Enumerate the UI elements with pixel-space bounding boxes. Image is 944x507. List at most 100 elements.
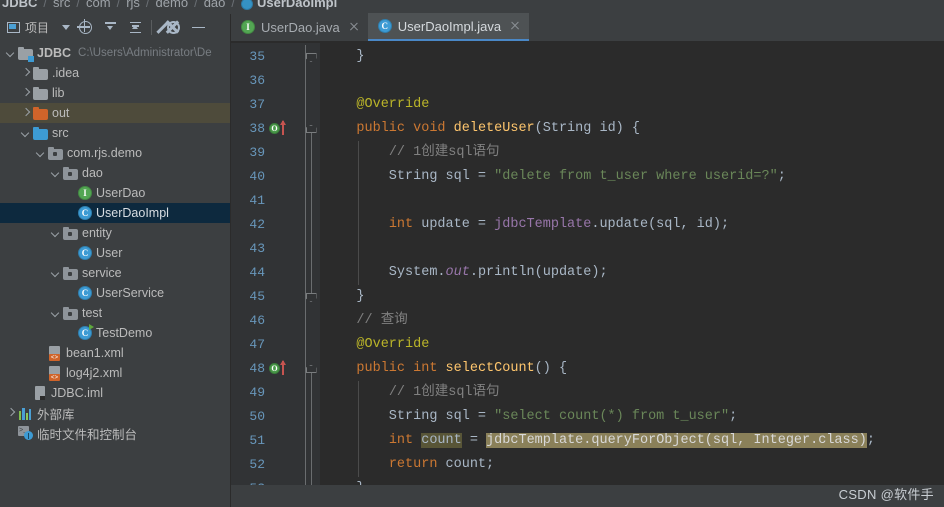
- code-text[interactable]: } @Override public void deleteUser(Strin…: [320, 43, 944, 507]
- code-line[interactable]: public void deleteUser(String id) {: [320, 117, 640, 141]
- line-number: 39: [231, 141, 303, 165]
- fold-end-icon[interactable]: [305, 51, 318, 63]
- tree-item-userdaoimpl[interactable]: C UserDaoImpl: [0, 203, 230, 223]
- code-token: .update(sql, id);: [591, 217, 730, 232]
- line-number-value: 44: [249, 265, 265, 280]
- tree-item-jdbc-iml[interactable]: JDBC.iml: [0, 383, 230, 403]
- collapse-all-button[interactable]: [125, 18, 145, 38]
- tree-item-dao[interactable]: dao: [0, 163, 230, 183]
- line-number-value: 42: [249, 217, 265, 232]
- code-line[interactable]: }: [320, 45, 364, 69]
- breadcrumb-item[interactable]: rjs: [126, 0, 140, 9]
- code-line[interactable]: [320, 69, 324, 93]
- implements-override-icon[interactable]: O: [269, 123, 280, 134]
- code-line[interactable]: }: [320, 285, 364, 309]
- package-icon: [48, 146, 63, 160]
- tree-item-path: C:\Users\Administrator\De: [78, 47, 212, 59]
- tree-item-idea[interactable]: .idea: [0, 63, 230, 83]
- code-line[interactable]: return count;: [320, 453, 494, 477]
- editor-area: I UserDao.java C UserDaoImpl.java 35 36 37 38 O…: [231, 13, 944, 507]
- code-line[interactable]: int count = jdbcTemplate.queryForObject(…: [320, 429, 875, 453]
- expand-all-button[interactable]: [100, 18, 120, 38]
- close-icon[interactable]: [509, 20, 521, 32]
- code-line[interactable]: @Override: [320, 93, 429, 117]
- editor-gutter[interactable]: 35363738O39404142434445464748O4950515253…: [231, 43, 303, 507]
- tree-item-com-rjs-demo[interactable]: com.rjs.demo: [0, 143, 230, 163]
- code-line[interactable]: // 1创建sql语句: [320, 381, 500, 405]
- override-arrow-icon[interactable]: [279, 120, 286, 135]
- project-window-icon: [7, 22, 20, 33]
- editor-tab-userdaoimpl-java[interactable]: C UserDaoImpl.java: [367, 13, 530, 41]
- class-icon: C: [78, 206, 92, 220]
- code-token: ;: [777, 169, 786, 184]
- code-line[interactable]: System.out.println(update);: [320, 261, 608, 285]
- chevron-down-icon[interactable]: [62, 25, 71, 30]
- implements-override-icon[interactable]: O: [269, 363, 280, 374]
- breadcrumb-item[interactable]: dao: [204, 0, 226, 9]
- code-line[interactable]: // 查询: [320, 309, 407, 333]
- tree-item-log4j2-xml[interactable]: <> log4j2.xml: [0, 363, 230, 383]
- class-runnable-icon: C: [78, 324, 94, 340]
- code-line[interactable]: // 1创建sql语句: [320, 141, 500, 165]
- close-icon[interactable]: [348, 21, 360, 33]
- indent-guide: [358, 381, 359, 477]
- tree-item-[interactable]: 外部库: [0, 403, 230, 423]
- project-panel-title[interactable]: 项目: [7, 19, 71, 36]
- code-token: @Override: [356, 337, 430, 352]
- code-folding-strip[interactable]: [303, 43, 320, 507]
- code-line[interactable]: public int selectCount() {: [320, 357, 567, 381]
- breadcrumb-item[interactable]: com: [86, 0, 111, 9]
- code-line[interactable]: [320, 189, 324, 213]
- tree-toggle-right-icon[interactable]: [6, 409, 15, 418]
- tree-item-userdao[interactable]: I UserDao: [0, 183, 230, 203]
- breadcrumb-item[interactable]: demo: [156, 0, 189, 9]
- tree-item-[interactable]: >_ 临时文件和控制台: [0, 423, 230, 443]
- tree-item-label: TestDemo: [96, 326, 153, 340]
- tree-item-lib[interactable]: lib: [0, 83, 230, 103]
- external-libraries-icon: [18, 407, 33, 420]
- tree-item-service[interactable]: service: [0, 263, 230, 283]
- tree-toggle-down-icon[interactable]: [21, 129, 30, 138]
- tree-item-test[interactable]: test: [0, 303, 230, 323]
- code-editor[interactable]: 35363738O39404142434445464748O4950515253…: [231, 43, 944, 507]
- breadcrumb-item[interactable]: src: [53, 0, 70, 9]
- tree-toggle-right-icon[interactable]: [21, 69, 30, 78]
- hide-panel-button[interactable]: [188, 18, 208, 38]
- tree-item-src[interactable]: src: [0, 123, 230, 143]
- editor-tab-userdao-java[interactable]: I UserDao.java: [231, 13, 368, 41]
- tree-toggle-down-icon[interactable]: [51, 269, 60, 278]
- line-number: 49: [231, 381, 303, 405]
- tree-item-out[interactable]: out: [0, 103, 230, 123]
- tree-toggle-right-icon[interactable]: [21, 109, 30, 118]
- code-line[interactable]: [320, 237, 324, 261]
- tree-item-user[interactable]: C User: [0, 243, 230, 263]
- tree-item-bean1-xml[interactable]: <> bean1.xml: [0, 343, 230, 363]
- tree-toggle-down-icon[interactable]: [6, 49, 15, 58]
- tree-toggle-down-icon[interactable]: [36, 149, 45, 158]
- code-line[interactable]: String sql = "select count(*) from t_use…: [320, 405, 737, 429]
- line-number-value: 37: [249, 97, 265, 112]
- tree-item-userservice[interactable]: C UserService: [0, 283, 230, 303]
- project-tree[interactable]: JDBC C:\Users\Administrator\De .idea lib out…: [0, 41, 230, 443]
- breadcrumb-item[interactable]: JDBC: [2, 0, 37, 9]
- tree-toggle-down-icon[interactable]: [51, 169, 60, 178]
- tree-toggle-right-icon[interactable]: [21, 89, 30, 98]
- settings-button[interactable]: [163, 18, 183, 38]
- breadcrumb[interactable]: JDBC / src / com / rjs / demo / dao / UserDaoImpl: [0, 0, 944, 14]
- line-number: 42: [231, 213, 303, 237]
- tree-item-entity[interactable]: entity: [0, 223, 230, 243]
- override-arrow-icon[interactable]: [279, 360, 286, 375]
- tree-toggle-down-icon[interactable]: [51, 309, 60, 318]
- folder-grey-icon: [33, 86, 48, 100]
- tree-item-testdemo[interactable]: C TestDemo: [0, 323, 230, 343]
- line-number: 51: [231, 429, 303, 453]
- select-opened-file-button[interactable]: [75, 18, 95, 38]
- breadcrumb-item-current[interactable]: UserDaoImpl: [257, 0, 337, 9]
- tree-item-jdbc[interactable]: JDBC C:\Users\Administrator\De: [0, 43, 230, 63]
- code-line[interactable]: String sql = "delete from t_user where u…: [320, 165, 786, 189]
- code-line[interactable]: @Override: [320, 333, 429, 357]
- line-number-value: 51: [249, 433, 265, 448]
- code-line[interactable]: int update = jdbcTemplate.update(sql, id…: [320, 213, 729, 237]
- tree-toggle-down-icon[interactable]: [51, 229, 60, 238]
